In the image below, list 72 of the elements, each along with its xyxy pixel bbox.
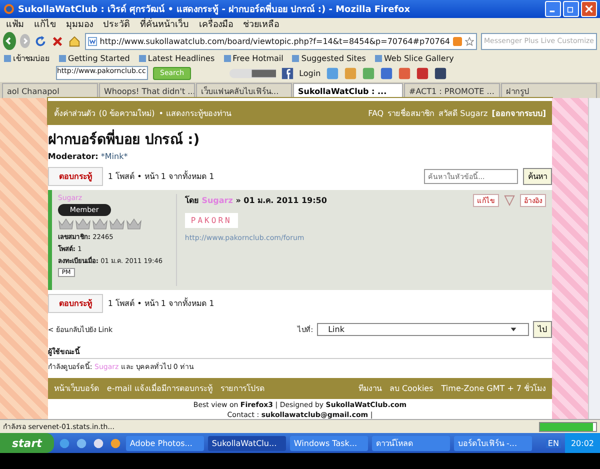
bookmark-item[interactable]: Getting Started [59, 54, 130, 62]
browser-tab[interactable]: เว็บแฟนคลับไบเฟิร์น... [196, 83, 292, 98]
menu-item[interactable]: ประวัติ [103, 17, 130, 31]
taskbar-item[interactable]: Adobe Photos... [126, 436, 204, 450]
menu-item[interactable]: มุมมอง [66, 17, 93, 31]
go-button[interactable]: ไป [533, 321, 552, 338]
start-button[interactable]: start [0, 433, 54, 453]
browser-tab[interactable]: Whoops! That didn't ... [99, 83, 195, 98]
forum-select[interactable]: Link [317, 323, 530, 336]
browser-tab[interactable]: #ACT1 : PROMOTE ... [404, 83, 500, 98]
menu-item[interactable]: ช่วยเหลือ [243, 17, 279, 31]
browser-tab[interactable]: ฝากรูป [501, 83, 597, 98]
warning-icon[interactable] [503, 194, 516, 207]
restore-button[interactable] [563, 1, 579, 17]
toolbar-app-icon[interactable] [416, 66, 429, 80]
browser-tab[interactable]: aol Chanapol [2, 83, 98, 98]
crown-icon [58, 218, 74, 230]
reply-button[interactable]: ตอบกระทู้ [48, 294, 103, 313]
moderator-label: Moderator: [48, 152, 98, 161]
signature-banner: PAKORN [184, 213, 238, 228]
quick-launch-icon[interactable] [92, 436, 105, 450]
pagination-info: 1 โพสต์ • หน้า 1 จากทั้งหมด 1 [108, 170, 214, 183]
search-button[interactable]: ค้นหา [523, 168, 552, 185]
login-button[interactable]: Login [299, 68, 321, 78]
crown-icon [126, 218, 142, 230]
crown-icon [92, 218, 108, 230]
site-favicon-icon [88, 36, 97, 46]
forward-button[interactable] [20, 34, 30, 48]
greeting-text: สวัสดี Sugarz [438, 108, 488, 120]
clock: 20:02 [564, 433, 600, 453]
bookmark-item[interactable]: Free Hotmail [224, 54, 284, 62]
taskbar-item[interactable]: SukollaWatClu... [208, 436, 286, 450]
back-button[interactable] [3, 32, 16, 50]
topic-title: ฝากบอร์ดพี่บอย ปกรณ์ :) [48, 128, 552, 150]
reply-button[interactable]: ตอบกระทู้ [48, 167, 103, 186]
star-icon[interactable] [465, 36, 474, 46]
reload-icon[interactable] [34, 34, 47, 48]
dropdown-caret-icon [509, 325, 518, 334]
rss-icon[interactable] [453, 36, 462, 46]
address-field[interactable]: http://www.sukollawatclub.com/board/viewtopic.php?f=14&t=8454&p=70764#p70764 [84, 32, 478, 50]
menu-item[interactable]: แก้ไข [34, 17, 56, 31]
crown-icon [108, 218, 125, 230]
taskbar-item[interactable]: ดาวน์โหลด [372, 436, 450, 450]
home-icon[interactable] [68, 34, 81, 48]
stop-icon[interactable] [50, 34, 64, 48]
bookmark-item[interactable]: Web Slice Gallery [374, 54, 454, 62]
toolbar-app-icon[interactable] [434, 66, 447, 80]
menu-item[interactable]: แฟ้ม [6, 17, 24, 31]
language-indicator[interactable]: EN [546, 438, 561, 448]
facebook-icon[interactable] [281, 66, 294, 80]
close-icon [585, 5, 593, 13]
bookmark-item[interactable]: Latest Headlines [138, 54, 215, 62]
window-title: SukollaWatClub : เวิรด์ ศุกรวัฒน์ • แสดงกระทู้ - ฝากบอร์ดพี่บอย ปกรณ์ :) - Mozilla Firefox [18, 2, 410, 16]
crown-icon [74, 218, 91, 230]
quick-launch-icon[interactable] [74, 436, 88, 450]
toolbar-app-icon[interactable] [380, 66, 393, 80]
close-button[interactable] [581, 1, 597, 17]
menu-item[interactable]: ที่คั่นหน้าเว็บ [140, 17, 189, 31]
quick-launch-icon[interactable] [108, 436, 122, 450]
taskbar-item[interactable]: Windows Task... [290, 436, 368, 450]
bookmark-item[interactable]: เข้าชมบ่อย [4, 52, 50, 64]
post-author-date: โดย Sugarz » 01 ม.ค. 2011 19:50 [184, 194, 327, 207]
moderator-link[interactable]: *Mink* [100, 152, 128, 161]
pagination-info: 1 โพสต์ • หน้า 1 จากทั้งหมด 1 [108, 297, 214, 310]
minimize-button[interactable] [545, 1, 561, 17]
restore-icon [567, 5, 575, 13]
scrollbar[interactable] [588, 98, 600, 419]
taskbar-item[interactable]: บอร์ดใบเฟิร์น -... [454, 436, 532, 450]
menu-item[interactable]: เครื่องมือ [199, 17, 233, 31]
browser-tab[interactable]: SukollaWatClub : ... [293, 83, 403, 98]
bookmark-item[interactable]: Suggested Sites [292, 54, 366, 62]
quick-launch-icon[interactable] [58, 436, 71, 450]
